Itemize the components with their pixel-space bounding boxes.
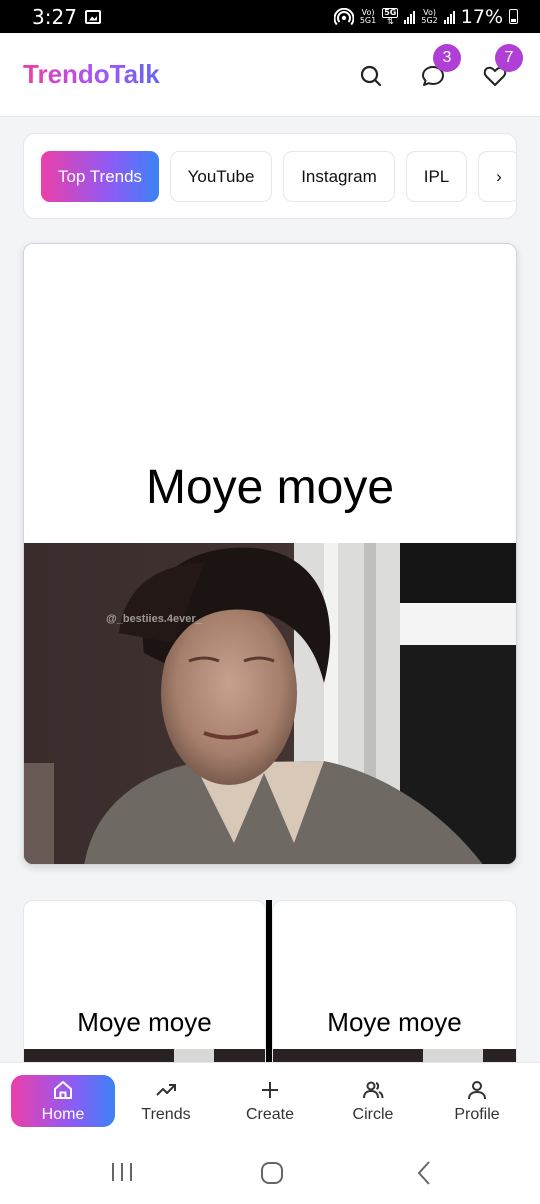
chip-instagram[interactable]: Instagram [283, 151, 395, 202]
status-time: 3:27 [32, 4, 77, 29]
meme-photo [24, 543, 516, 864]
likes-badge: 7 [495, 44, 523, 72]
post-watermark: @_bestiies.4ever_ [106, 613, 202, 625]
fiveg-indicator: 5G ⇅ [382, 7, 399, 26]
bottom-nav: Home Trends Create Circle Profile [0, 1062, 540, 1142]
nav-profile[interactable]: Profile [425, 1075, 529, 1127]
messages-badge: 3 [433, 44, 461, 72]
users-icon [363, 1081, 384, 1098]
category-bar: Top Trends YouTube Instagram IPL › [23, 133, 517, 219]
recent-apps-icon[interactable] [110, 1160, 134, 1184]
post-caption-left: Moye moye [77, 1007, 212, 1037]
system-nav-bar [0, 1142, 540, 1204]
status-indicators: Vo) 5G1 5G ⇅ Vo) 5G2 17% [333, 5, 518, 28]
search-icon[interactable] [358, 63, 384, 89]
post-caption: Moye moye [145, 461, 395, 514]
signal-2-icon [443, 10, 455, 24]
home-button-icon[interactable] [259, 1160, 285, 1186]
nav-create-label: Create [245, 1105, 295, 1123]
gallery-notification-icon [84, 9, 101, 24]
post-card-right[interactable]: Moye moye [272, 900, 517, 1070]
nav-circle-label: Circle [352, 1105, 394, 1123]
chip-top-trends[interactable]: Top Trends [41, 151, 159, 202]
post-card-left[interactable]: Moye moye [23, 900, 266, 1070]
status-bar: 3:27 Vo) 5G1 5G ⇅ Vo) 5G2 17% [0, 0, 540, 33]
chip-ipl[interactable]: IPL [406, 151, 467, 202]
sim1-network: Vo) 5G1 [359, 7, 377, 25]
plus-icon [262, 1081, 278, 1098]
hotspot-icon [333, 7, 354, 25]
battery-icon [509, 9, 518, 24]
sim2-network: Vo) 5G2 [421, 7, 438, 25]
post-card[interactable]: Moye moye @_bestiies.4ever_ [23, 243, 517, 865]
chip-youtube[interactable]: YouTube [170, 151, 272, 202]
home-icon [54, 1080, 72, 1099]
nav-circle[interactable]: Circle [321, 1075, 425, 1127]
nav-profile-label: Profile [454, 1105, 500, 1123]
post-image: @_bestiies.4ever_ [24, 543, 516, 864]
category-chips: Top Trends YouTube Instagram IPL › [41, 151, 516, 202]
nav-trends[interactable]: Trends [114, 1075, 218, 1127]
nav-home-label: Home [41, 1105, 85, 1123]
chip-more[interactable]: › [478, 151, 516, 202]
user-icon [468, 1080, 486, 1099]
nav-create[interactable]: Create [218, 1075, 322, 1127]
battery-percent: 17% [460, 5, 503, 28]
app-header: TrendoTalk 3 7 [0, 33, 540, 117]
back-icon[interactable] [414, 1160, 434, 1186]
trending-icon [156, 1083, 176, 1096]
nav-trends-label: Trends [141, 1105, 191, 1123]
app-logo[interactable]: TrendoTalk [23, 59, 160, 90]
signal-1-icon [404, 10, 416, 24]
nav-home[interactable]: Home [11, 1075, 115, 1127]
post-caption-right: Moye moye [327, 1007, 462, 1037]
